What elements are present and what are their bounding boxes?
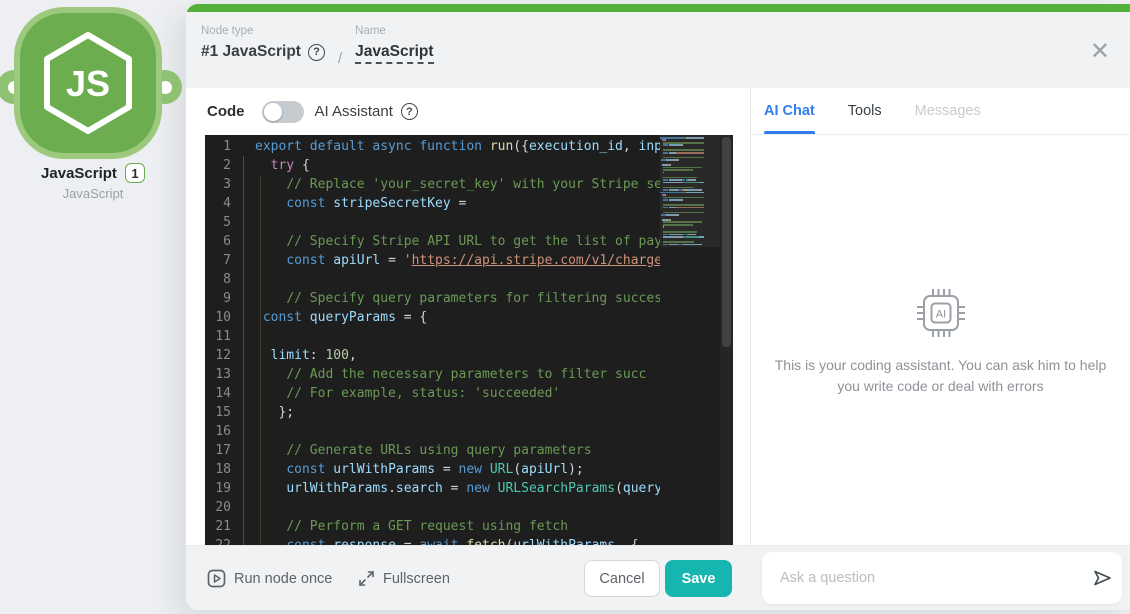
- editor-minimap[interactable]: [660, 135, 720, 545]
- fullscreen-button[interactable]: Fullscreen: [358, 546, 450, 610]
- code-line[interactable]: 5: [205, 213, 733, 232]
- code-line[interactable]: 18 const urlWithParams = new URL(apiUrl)…: [205, 460, 733, 479]
- code-line[interactable]: 6 // Specify Stripe API URL to get the l…: [205, 232, 733, 251]
- code-line[interactable]: 3 // Replace 'your_secret_key' with your…: [205, 175, 733, 194]
- close-icon[interactable]: ✕: [1090, 40, 1110, 64]
- line-number: 3: [205, 175, 231, 194]
- cancel-button[interactable]: Cancel: [584, 560, 660, 597]
- modal-footer: Run node once Fullscreen Cancel Save: [186, 545, 1130, 610]
- code-line[interactable]: 19 urlWithParams.search = new URLSearchP…: [205, 479, 733, 498]
- code-editor[interactable]: 1export default async function run({exec…: [205, 135, 733, 545]
- run-node-once-button[interactable]: Run node once: [207, 546, 332, 610]
- line-number: 17: [205, 441, 231, 460]
- line-number: 22: [205, 536, 231, 545]
- line-number: 19: [205, 479, 231, 498]
- ai-assistant-label: AI Assistant: [315, 103, 393, 120]
- line-number: 7: [205, 251, 231, 270]
- code-line[interactable]: 12 limit: 100,: [205, 346, 733, 365]
- code-line[interactable]: 15 };: [205, 403, 733, 422]
- line-number: 11: [205, 327, 231, 346]
- line-number: 4: [205, 194, 231, 213]
- code-line[interactable]: 20: [205, 498, 733, 517]
- code-line[interactable]: 14 // For example, status: 'succeeded': [205, 384, 733, 403]
- code-line[interactable]: 8: [205, 270, 733, 289]
- editor-scrollbar[interactable]: [720, 135, 733, 545]
- line-number: 5: [205, 213, 231, 232]
- line-number: 20: [205, 498, 231, 517]
- tab-tools[interactable]: Tools: [848, 88, 882, 134]
- code-line[interactable]: 10 const queryParams = {: [205, 308, 733, 327]
- code-line[interactable]: 2 try {: [205, 156, 733, 175]
- chat-input-container: [762, 552, 1122, 604]
- node-subtitle: JavaScript: [0, 186, 186, 201]
- ai-chat-pane: AI Chat Tools Messages AI This is your cod…: [751, 88, 1130, 545]
- workflow-node-javascript[interactable]: JS JavaScript 1 JavaScript: [0, 0, 186, 210]
- node-editor-modal: Node type #1 JavaScript ? / Name JavaScr…: [186, 4, 1130, 610]
- node-type-label: Node type: [201, 25, 325, 37]
- svg-text:AI: AI: [935, 309, 945, 321]
- tab-messages[interactable]: Messages: [915, 88, 981, 134]
- tab-ai-chat[interactable]: AI Chat: [764, 88, 815, 134]
- send-button[interactable]: [1082, 552, 1122, 604]
- workflow-canvas: { "canvas": { "node": { "title": "JavaSc…: [0, 0, 1130, 614]
- line-number: 21: [205, 517, 231, 536]
- line-number: 14: [205, 384, 231, 403]
- line-number: 9: [205, 289, 231, 308]
- line-number: 18: [205, 460, 231, 479]
- name-label: Name: [355, 25, 433, 37]
- scrollbar-thumb[interactable]: [722, 137, 731, 347]
- fullscreen-icon: [358, 570, 375, 587]
- header-separator: /: [338, 50, 342, 67]
- run-icon: [207, 569, 226, 588]
- port-dot: [159, 81, 172, 94]
- help-icon[interactable]: ?: [308, 44, 325, 61]
- node-type-value: #1 JavaScript: [201, 43, 301, 61]
- line-number: 16: [205, 422, 231, 441]
- node-icon-tile[interactable]: JS: [20, 13, 156, 153]
- code-lines: 1export default async function run({exec…: [205, 135, 733, 545]
- code-line[interactable]: 17 // Generate URLs using query paramete…: [205, 441, 733, 460]
- assistant-empty-text: This is your coding assistant. You can a…: [765, 355, 1117, 397]
- node-title: JavaScript: [41, 165, 117, 182]
- nodejs-hexagon-icon: JS: [38, 28, 138, 138]
- line-number: 8: [205, 270, 231, 289]
- ai-chip-icon: AI: [914, 286, 968, 340]
- modal-header: Node type #1 JavaScript ? / Name JavaScr…: [186, 12, 1130, 88]
- assistant-empty-state: AI This is your coding assistant. You ca…: [751, 286, 1130, 397]
- node-name-field[interactable]: JavaScript: [355, 43, 433, 64]
- code-tab-label: Code: [207, 103, 245, 120]
- line-number: 2: [205, 156, 231, 175]
- code-line[interactable]: 1export default async function run({exec…: [205, 137, 733, 156]
- ask-question-input[interactable]: [762, 570, 1082, 586]
- node-count-badge: 1: [125, 163, 145, 183]
- code-line[interactable]: 13 // Add the necessary parameters to fi…: [205, 365, 733, 384]
- help-icon[interactable]: ?: [401, 103, 418, 120]
- svg-text:JS: JS: [66, 63, 110, 104]
- line-number: 12: [205, 346, 231, 365]
- code-line[interactable]: 11: [205, 327, 733, 346]
- code-line[interactable]: 22 const response = await fetch(urlWithP…: [205, 536, 733, 545]
- line-number: 1: [205, 137, 231, 156]
- code-pane: Code AI Assistant ? 1export default asyn…: [186, 88, 750, 545]
- ai-assistant-toggle[interactable]: [262, 101, 304, 123]
- port-dot: [8, 81, 21, 94]
- code-line[interactable]: 21 // Perform a GET request using fetch: [205, 517, 733, 536]
- right-panel-tabs: AI Chat Tools Messages: [751, 88, 1130, 135]
- line-number: 15: [205, 403, 231, 422]
- fullscreen-label: Fullscreen: [383, 571, 450, 587]
- line-number: 10: [205, 308, 231, 327]
- modal-accent-bar: [186, 4, 1130, 12]
- code-line[interactable]: 16: [205, 422, 733, 441]
- save-button[interactable]: Save: [665, 560, 732, 597]
- line-number: 6: [205, 232, 231, 251]
- toggle-knob: [264, 103, 282, 121]
- run-node-once-label: Run node once: [234, 571, 332, 587]
- code-line[interactable]: 4 const stripeSecretKey =: [205, 194, 733, 213]
- code-line[interactable]: 9 // Specify query parameters for filter…: [205, 289, 733, 308]
- code-line[interactable]: 7 const apiUrl = 'https://api.stripe.com…: [205, 251, 733, 270]
- send-icon: [1091, 568, 1113, 588]
- line-number: 13: [205, 365, 231, 384]
